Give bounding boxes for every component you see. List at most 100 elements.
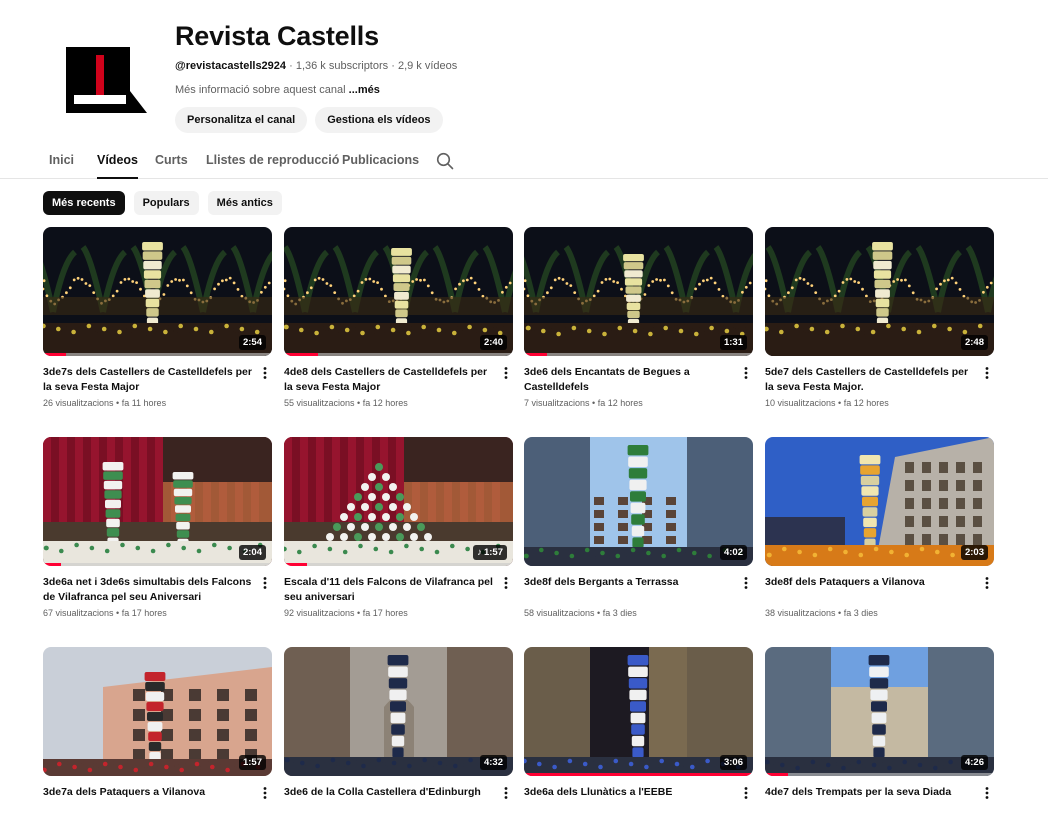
video-meta: 7 visualitzacions • fa 12 hores: [524, 398, 733, 408]
video-card[interactable]: ♪ 1:57 Escala d'11 dels Falcons de Vilafra…: [284, 437, 513, 618]
meta-separator: ·: [391, 60, 398, 72]
more-options-icon[interactable]: [982, 576, 992, 590]
video-title[interactable]: 3de6 dels Encantats de Begues a Castelld…: [524, 365, 733, 395]
more-options-icon[interactable]: [260, 786, 270, 800]
video-thumbnail[interactable]: ♪ 1:57: [284, 437, 513, 566]
customize-channel-button[interactable]: Personalitza el canal: [175, 107, 308, 133]
video-thumbnail[interactable]: 4:02: [524, 437, 753, 566]
video-card[interactable]: 4:02 3de8f dels Bergants a Terrassa 58 vis…: [524, 437, 753, 618]
video-card[interactable]: 2:04 3de6a net i 3de6s simultabis dels Fa…: [43, 437, 272, 618]
video-thumbnail[interactable]: 2:40: [284, 227, 513, 356]
video-thumbnail-image: [284, 227, 513, 356]
view-count: 92 visualitzacions: [284, 608, 355, 618]
chip-latest[interactable]: Més recents: [43, 191, 125, 215]
watch-progress-track: [43, 563, 272, 566]
channel-avatar[interactable]: [55, 34, 157, 130]
duration-badge: 2:40: [479, 335, 507, 350]
manage-videos-button[interactable]: Gestiona els vídeos: [315, 107, 443, 133]
view-count: 58 visualitzacions: [524, 608, 595, 618]
more-options-icon[interactable]: [501, 786, 511, 800]
more-options-icon[interactable]: [260, 576, 270, 590]
view-count: 67 visualitzacions: [43, 608, 114, 618]
duration-text: 2:03: [964, 547, 984, 558]
video-card[interactable]: 1:57 3de7a dels Pataquers a Vilanova24 vi…: [43, 647, 272, 815]
video-title[interactable]: 3de6a net i 3de6s simultabis dels Falcon…: [43, 575, 252, 605]
watch-progress-bar: [765, 773, 788, 776]
tab-shorts[interactable]: Curts: [155, 153, 188, 167]
video-thumbnail[interactable]: 2:54: [43, 227, 272, 356]
video-title[interactable]: 3de8f dels Bergants a Terrassa: [524, 575, 733, 605]
duration-text: 2:04: [242, 547, 262, 558]
video-title[interactable]: 3de6 de la Colla Castellera d'Edinburgh: [284, 785, 493, 815]
video-title[interactable]: 4de8 dels Castellers de Castelldefels pe…: [284, 365, 493, 395]
channel-about-more[interactable]: ...més: [349, 84, 380, 96]
duration-badge: 1:57: [238, 755, 266, 770]
video-thumbnail[interactable]: 2:04: [43, 437, 272, 566]
video-thumbnail[interactable]: 2:48: [765, 227, 994, 356]
video-thumbnail[interactable]: 1:31: [524, 227, 753, 356]
video-card[interactable]: 2:40 4de8 dels Castellers de Castelldefel…: [284, 227, 513, 408]
meta-separator: •: [589, 398, 598, 408]
meta-separator: •: [113, 608, 122, 618]
more-options-icon[interactable]: [260, 366, 270, 380]
video-card[interactable]: 2:03 3de8f dels Pataquers a Vilanova 38 vi…: [765, 437, 994, 618]
video-meta: 67 visualitzacions • fa 17 hores: [43, 608, 252, 618]
video-title[interactable]: 3de6a dels Llunàtics a l'EEBE: [524, 785, 733, 815]
video-details: 4de7 dels Trempats per la seva Diada39 v…: [765, 785, 994, 815]
video-title[interactable]: Escala d'11 dels Falcons de Vilafranca p…: [284, 575, 493, 605]
more-options-icon[interactable]: [982, 366, 992, 380]
meta-separator: •: [835, 398, 844, 408]
duration-text: 1:31: [723, 337, 743, 348]
video-title[interactable]: 3de7s dels Castellers de Castelldefels p…: [43, 365, 252, 395]
video-title[interactable]: 5de7 dels Castellers de Castelldefels pe…: [765, 365, 974, 395]
video-details: 3de7s dels Castellers de Castelldefels p…: [43, 365, 272, 408]
tab-home[interactable]: Inici: [49, 153, 74, 167]
search-icon[interactable]: [436, 152, 454, 170]
video-card[interactable]: 4:26 4de7 dels Trempats per la seva Diada…: [765, 647, 994, 815]
duration-badge: 4:32: [479, 755, 507, 770]
channel-about-link[interactable]: Més informació sobre aquest canal ...més: [175, 84, 380, 96]
video-thumbnail[interactable]: 3:06: [524, 647, 753, 776]
video-thumbnail[interactable]: 2:03: [765, 437, 994, 566]
tab-playlists[interactable]: Llistes de reproducció: [206, 153, 339, 167]
more-options-icon[interactable]: [982, 786, 992, 800]
upload-age: fa 12 hores: [362, 398, 408, 408]
upload-age: fa 12 hores: [597, 398, 643, 408]
chip-oldest[interactable]: Més antics: [207, 191, 282, 215]
video-card[interactable]: 2:48 5de7 dels Castellers de Castelldefel…: [765, 227, 994, 408]
video-title[interactable]: 3de8f dels Pataquers a Vilanova: [765, 575, 974, 605]
video-thumbnail[interactable]: 1:57: [43, 647, 272, 776]
video-card[interactable]: 1:31 3de6 dels Encantats de Begues a Cast…: [524, 227, 753, 408]
video-title[interactable]: 3de7a dels Pataquers a Vilanova: [43, 785, 252, 815]
meta-separator: •: [354, 608, 363, 618]
video-meta: 38 visualitzacions • fa 3 dies: [765, 608, 974, 618]
meta-separator: •: [835, 608, 844, 618]
watch-progress-bar: [524, 353, 547, 356]
duration-badge: 4:26: [960, 755, 988, 770]
video-title[interactable]: 4de7 dels Trempats per la seva Diada: [765, 785, 974, 815]
watch-progress-track: [765, 773, 994, 776]
video-meta: 92 visualitzacions • fa 17 hores: [284, 608, 493, 618]
duration-badge: 2:54: [238, 335, 266, 350]
duration-text: 2:54: [242, 337, 262, 348]
duration-text: 3:06: [723, 757, 743, 768]
duration-text: 4:26: [964, 757, 984, 768]
meta-separator: •: [113, 398, 122, 408]
duration-badge: 3:06: [719, 755, 747, 770]
meta-separator: ·: [289, 60, 296, 72]
duration-badge: 4:02: [719, 545, 747, 560]
chip-popular[interactable]: Populars: [133, 191, 199, 215]
more-options-icon[interactable]: [501, 366, 511, 380]
video-card[interactable]: 3:06 3de6a dels Llunàtics a l'EEBE52 visu…: [524, 647, 753, 815]
more-options-icon[interactable]: [741, 576, 751, 590]
video-card[interactable]: 2:54 3de7s dels Castellers de Castelldefe…: [43, 227, 272, 408]
tab-videos[interactable]: Vídeos: [97, 153, 138, 179]
video-thumbnail[interactable]: 4:32: [284, 647, 513, 776]
tab-posts[interactable]: Publicacions: [342, 153, 419, 167]
video-thumbnail[interactable]: 4:26: [765, 647, 994, 776]
more-options-icon[interactable]: [741, 786, 751, 800]
more-options-icon[interactable]: [741, 366, 751, 380]
video-card[interactable]: 4:32 3de6 de la Colla Castellera d'Edinbu…: [284, 647, 513, 815]
view-count: 38 visualitzacions: [765, 608, 836, 618]
more-options-icon[interactable]: [501, 576, 511, 590]
